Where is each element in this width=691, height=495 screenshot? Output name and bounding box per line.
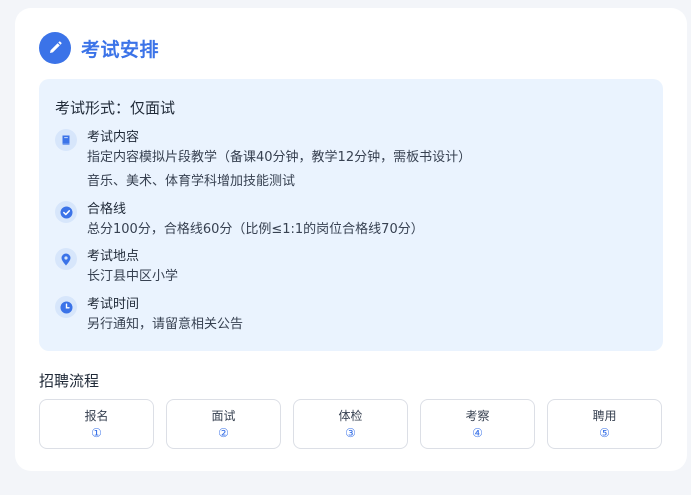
step-number: ④: [472, 425, 483, 440]
card-header: 考试安排: [39, 32, 159, 64]
step-number: ①: [91, 425, 102, 440]
card-title: 考试安排: [81, 38, 160, 61]
step-number: ③: [345, 425, 356, 440]
exam-arrangement-card: 考试安排 考试形式：仅面试 考试内容 指定内容模拟片段教学（备课40分钟，教学1…: [15, 8, 687, 471]
item-text-extra: 音乐、美术、体育学科增加技能测试: [87, 174, 296, 189]
step-label: 报名: [84, 408, 109, 423]
item-label: 合格线: [87, 202, 127, 217]
check-circle-icon: [55, 201, 77, 223]
step-inspection[interactable]: 考察 ④: [420, 399, 535, 449]
process-steps: 报名 ① 面试 ② 体检 ③ 考察 ④ 聘用 ⑤: [39, 399, 662, 449]
exam-location-item: 考试地点 长汀县中区小学: [55, 248, 178, 286]
exam-format: 考试形式：仅面试: [55, 99, 176, 117]
item-label: 考试内容: [87, 130, 140, 145]
item-label: 考试地点: [87, 249, 140, 264]
clock-icon: [55, 296, 77, 318]
location-pin-icon: [55, 248, 77, 270]
item-text: 指定内容模拟片段教学（备课40分钟，教学12分钟，需板书设计）: [87, 150, 472, 165]
step-interview[interactable]: 面试 ②: [166, 399, 281, 449]
exam-time-item: 考试时间 另行通知，请留意相关公告: [55, 296, 243, 334]
passing-score-item: 合格线 总分100分，合格线60分（比例≤1:1的岗位合格线70分）: [55, 201, 424, 239]
exam-content-item: 考试内容 指定内容模拟片段教学（备课40分钟，教学12分钟，需板书设计） 音乐、…: [55, 129, 471, 191]
step-physical-exam[interactable]: 体检 ③: [293, 399, 408, 449]
process-title: 招聘流程: [39, 372, 100, 390]
pencil-icon: [39, 32, 71, 64]
step-register[interactable]: 报名 ①: [39, 399, 154, 449]
step-label: 面试: [211, 408, 236, 423]
item-label: 考试时间: [87, 297, 140, 312]
step-label: 考察: [465, 408, 490, 423]
step-number: ⑤: [599, 425, 610, 440]
step-hiring[interactable]: 聘用 ⑤: [547, 399, 662, 449]
step-label: 聘用: [592, 408, 617, 423]
step-number: ②: [218, 425, 229, 440]
item-text: 总分100分，合格线60分（比例≤1:1的岗位合格线70分）: [87, 222, 424, 237]
book-icon: [55, 129, 77, 151]
item-text: 长汀县中区小学: [87, 269, 179, 284]
item-text: 另行通知，请留意相关公告: [87, 317, 244, 332]
exam-info-panel: 考试形式：仅面试 考试内容 指定内容模拟片段教学（备课40分钟，教学12分钟，需…: [39, 79, 663, 351]
step-label: 体检: [338, 408, 363, 423]
